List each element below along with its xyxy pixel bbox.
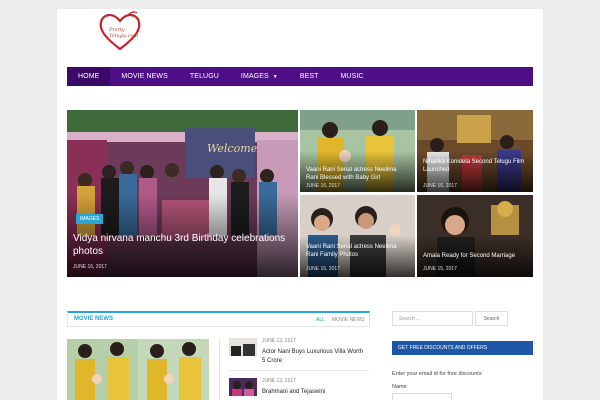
list-item-date: JUNE 12, 2017 [262,378,296,384]
offers-widget-title: GET FREE DISCOUNTS AND OFFERS [392,341,533,355]
featured-tile-date: JUNE 15, 2017 [423,266,457,272]
list-item-date: JUNE 12, 2017 [262,338,296,344]
featured-tile[interactable]: Vaani Rani Serial actress Neelima Rani F… [300,195,415,277]
section-title: MOVIE NEWS [74,316,114,322]
featured-tile-date: JUNE 16, 2017 [306,183,340,189]
svg-text:Welcome: Welcome [207,142,258,155]
featured-tile[interactable]: Vaani Rani Serial actress Neelima Rani B… [300,110,415,192]
list-item-thumb [229,378,257,396]
list-item[interactable]: JUNE 12, 2017 Actor Nani Buys Luxurious … [229,338,369,368]
list-divider [229,370,369,371]
email-note: Enter your email id for free discounts [392,371,482,377]
name-field[interactable] [392,393,452,400]
movie-news-featured-thumb[interactable] [67,339,209,400]
list-item[interactable]: JUNE 12, 2017 Brahmani and Tejaswini [229,378,369,400]
logo-wordmark: Pretty Telugu.com [109,27,139,39]
nav-item-label: MUSIC [340,73,364,80]
list-item-photo [229,378,257,396]
nav-item-label: MOVIE NEWS [121,73,168,80]
featured-tile-title[interactable]: Niharika Konidela Second Telugu Film Lau… [423,158,527,174]
name-label: Name [392,384,407,390]
movie-news-photo [67,339,209,400]
category-badge[interactable]: IMAGES [76,214,104,224]
featured-main-date: JUNE 16, 2017 [73,264,107,270]
featured-main-post[interactable]: Welcome IMAGES Vidya nirvana manchu 3rd … [67,110,298,277]
featured-main-title[interactable]: Vidya nirvana manchu 3rd Birthday celebr… [73,232,292,258]
movie-news-header: MOVIE NEWS ALL MOVIE NEWS [67,311,370,327]
filter-movie-news[interactable]: MOVIE NEWS [332,317,365,323]
list-item-title[interactable]: Actor Nani Buys Luxurious Villa Worth 5 … [262,348,367,366]
search-input[interactable]: Search ... [392,311,473,326]
list-item-title[interactable]: Brahmani and Tejaswini [262,388,367,397]
list-item-photo [229,338,257,356]
nav-item-images[interactable]: IMAGES ▼ [230,67,289,86]
nav-item-label: HOME [78,73,100,80]
nav-item-home[interactable]: HOME [67,67,111,86]
nav-item-best[interactable]: BEST [289,67,330,86]
nav-item-label: IMAGES [240,73,269,80]
featured-tile-title[interactable]: Amala Ready for Second Marriage [423,252,527,260]
nav-item-telugu[interactable]: TELUGU [179,67,230,86]
featured-tile-title[interactable]: Vaani Rani Serial actress Neelima Rani B… [306,166,409,182]
featured-tile[interactable]: Amala Ready for Second Marriage JUNE 15,… [417,195,533,277]
chevron-down-icon: ▼ [272,73,278,80]
nav-item-label: TELUGU [189,73,219,80]
featured-tile-date: JUNE 16, 2017 [306,266,340,272]
list-item-thumb [229,338,257,356]
nav-item-movie-news[interactable]: MOVIE NEWS [110,67,179,86]
nav-item-label: BEST [299,73,319,80]
featured-tile[interactable]: Niharika Konidela Second Telugu Film Lau… [417,110,533,192]
nav-item-music[interactable]: MUSIC [330,67,375,86]
main-nav: HOME MOVIE NEWS TELUGU IMAGES ▼ BEST MUSI… [67,67,533,86]
filter-all[interactable]: ALL [316,317,325,323]
search-button[interactable]: Search [475,311,508,326]
featured-tile-date: JUNE 16, 2017 [423,183,457,189]
column-divider [219,339,220,400]
featured-tile-title[interactable]: Vaani Rani Serial actress Neelima Rani F… [306,243,409,259]
